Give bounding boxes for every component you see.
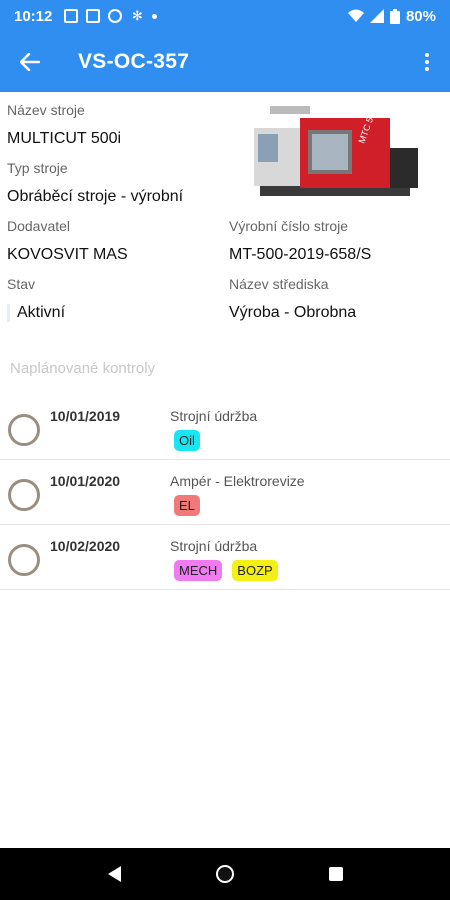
inspection-date: 10/01/2020	[50, 473, 121, 489]
nav-home-icon[interactable]	[215, 865, 234, 883]
machine-type-label: Typ stroje	[7, 160, 68, 176]
system-navigation-bar	[0, 848, 450, 900]
signal-icon	[369, 9, 384, 23]
inspection-tags: Oil	[174, 430, 200, 451]
image-notification-icon	[64, 9, 79, 23]
list-item[interactable]: 10/01/2020 Ampér - Elektrorevize EL	[0, 461, 450, 525]
nav-recents-icon[interactable]	[328, 867, 343, 881]
nav-back-icon[interactable]	[107, 866, 121, 882]
system-status: 80%	[347, 7, 436, 25]
tag-badge: EL	[174, 495, 200, 516]
serial-number-label: Výrobní číslo stroje	[229, 218, 349, 234]
supplier-label: Dodavatel	[7, 218, 71, 234]
arrow-back-icon	[20, 53, 40, 71]
inspection-date: 10/02/2020	[50, 538, 121, 554]
back-button[interactable]	[0, 32, 60, 92]
inspection-type: Ampér - Elektrorevize	[170, 473, 305, 489]
scheduled-inspections-title: Naplánované kontroly	[10, 360, 156, 377]
status-circle-icon[interactable]	[8, 414, 40, 446]
supplier-value: KOVOSVIT MAS	[7, 246, 128, 263]
machine-type-value: Obráběcí stroje - výrobní	[7, 188, 184, 205]
notification-icons: ✻	[64, 8, 158, 23]
inspection-type: Strojní údržba	[170, 408, 258, 424]
status-time: 10:12	[14, 7, 53, 25]
settings-notification-icon: ✻	[131, 8, 143, 23]
center-name-value: Výroba - Obrobna	[229, 304, 357, 321]
more-notifications-dot-icon	[152, 13, 158, 19]
status-circle-icon[interactable]	[8, 544, 40, 576]
serial-number-value: MT-500-2019-658/S	[229, 246, 372, 263]
center-name-label: Název střediska	[229, 276, 329, 292]
battery-icon	[389, 8, 400, 24]
tag-badge: BOZP	[232, 560, 278, 581]
tag-badge: MECH	[174, 560, 223, 581]
state-label: Stav	[7, 276, 36, 292]
list-item[interactable]: 10/02/2020 Strojní údržba MECH BOZP	[0, 526, 450, 590]
machine-name-value: MULTICUT 500i	[7, 130, 122, 147]
list-item[interactable]: 10/01/2019 Strojní údržba Oil	[0, 396, 450, 460]
inspection-date: 10/01/2019	[50, 408, 121, 424]
inspection-tags: EL	[174, 495, 200, 516]
app-bar: VS-OC-357	[0, 32, 450, 92]
machine-image[interactable]: MTC 500	[240, 100, 432, 208]
overflow-menu-button[interactable]	[404, 32, 450, 92]
tag-badge: Oil	[174, 430, 200, 451]
inspection-type: Strojní údržba	[170, 538, 258, 554]
battery-percent: 80%	[405, 7, 436, 25]
inspection-tags: MECH BOZP	[174, 560, 278, 581]
state-value: Aktivní	[7, 304, 65, 322]
sync-notification-icon	[108, 9, 123, 23]
wifi-icon	[347, 9, 364, 22]
status-bar: 10:12 ✻ 80%	[0, 0, 450, 32]
status-circle-icon[interactable]	[8, 479, 40, 511]
page-title: VS-OC-357	[78, 50, 190, 73]
more-vert-icon	[425, 53, 429, 57]
machine-name-label: Název stroje	[7, 102, 85, 118]
app-notification-icon	[86, 9, 101, 23]
